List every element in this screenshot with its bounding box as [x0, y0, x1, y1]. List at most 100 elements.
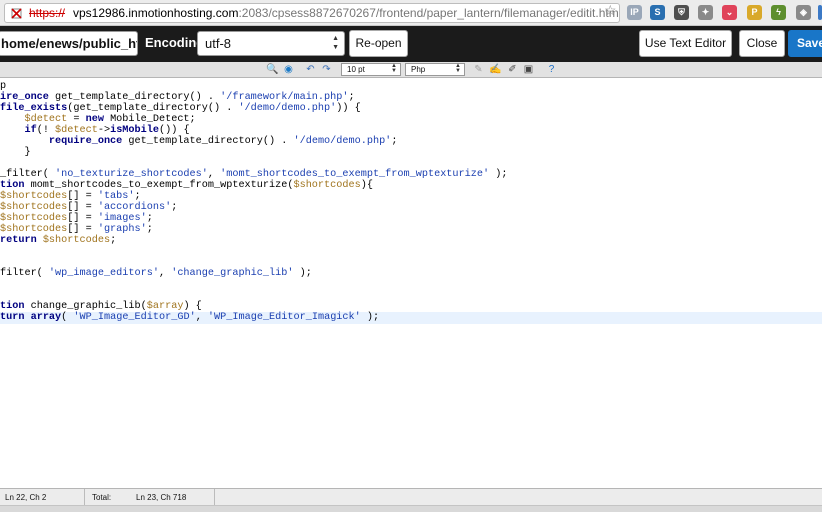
editor-icon-toolbar: 🔍 ◉ ↶ ↷ 10 pt ▲ ▼ Php ▲ ▼ ✎ ✍ ✐ ▣ ?: [0, 62, 822, 78]
redo-icon[interactable]: ↷: [320, 63, 333, 76]
code-token: [] =: [67, 224, 98, 235]
code-token: get_template_directory() .: [122, 136, 294, 147]
code-token: )) {: [336, 103, 361, 114]
code-token: ;: [110, 235, 117, 246]
bookmark-star-icon[interactable]: ☆: [604, 3, 617, 17]
code-token: );: [293, 268, 312, 279]
code-token: require_once: [48, 136, 123, 147]
code-line: $shortcodes[] = 'graphs';: [0, 224, 153, 235]
code-token: 'graphs': [97, 224, 147, 235]
code-token: Mobile_Detect;: [103, 114, 196, 125]
code-line: $shortcodes[] = 'images';: [0, 213, 153, 224]
use-text-editor-button[interactable]: Use Text Editor: [639, 30, 732, 57]
total-value: Ln 23, Ch 718: [136, 493, 187, 502]
code-line: $shortcodes[] = 'accordions';: [0, 202, 177, 213]
code-token: ;: [391, 136, 398, 147]
code-line: tion momt_shortcodes_to_exempt_from_wpte…: [0, 180, 373, 191]
code-token: change_graphic_lib(: [24, 301, 147, 312]
url-field[interactable]: https:// vps12986.inmotionhosting.com:20…: [4, 3, 620, 23]
url-path: :2083/cpsess8872670267/frontend/paper_la…: [238, 6, 619, 20]
code-token: ){: [360, 180, 373, 191]
code-token: ;: [146, 213, 153, 224]
code-line: filter( 'wp_image_editors', 'change_grap…: [0, 268, 312, 279]
code-token: p: [0, 81, 7, 92]
code-token: tion: [0, 301, 25, 312]
dropbox-icon[interactable]: ◈: [796, 5, 811, 20]
code-line: }: [0, 147, 30, 158]
code-token: $detect: [55, 125, 98, 136]
reopen-button[interactable]: Re-open: [349, 30, 408, 57]
code-line: $detect = new Mobile_Detect;: [0, 114, 196, 125]
code-line: $shortcodes[] = 'tabs';: [0, 191, 141, 202]
code-line: _filter( 'no_texturize_shortcodes', 'mom…: [0, 169, 507, 180]
code-token: ()) {: [159, 125, 190, 136]
code-token: isMobile: [110, 125, 159, 136]
code-token: 'accordions': [97, 202, 172, 213]
code-line: return $shortcodes;: [0, 235, 116, 246]
code-line: require_once get_template_directory() . …: [0, 136, 398, 147]
code-token: 'wp_image_editors': [48, 268, 159, 279]
encoding-select[interactable]: utf-8 ▲ ▼: [197, 31, 345, 56]
code-token: ,: [158, 268, 172, 279]
lpb-icon[interactable]: lP: [627, 5, 642, 20]
font-size-value: 10 pt: [347, 65, 365, 74]
encoding-value: utf-8: [205, 36, 232, 51]
code-token: '/framework/main.php': [220, 92, 349, 103]
help-icon[interactable]: ?: [545, 63, 558, 76]
shield-icon[interactable]: ⛨: [674, 5, 689, 20]
bolt-icon[interactable]: ϟ: [771, 5, 786, 20]
code-editor[interactable]: p ire_once get_template_directory() . '/f…: [0, 79, 822, 488]
code-token: $shortcodes: [0, 191, 68, 202]
pocket-icon[interactable]: ⌄: [722, 5, 737, 20]
code-token: ;: [348, 92, 355, 103]
fullscreen-icon[interactable]: ▣: [522, 63, 535, 76]
code-token: '/demo/demo.php': [238, 103, 337, 114]
code-line: file_exists(get_template_directory() . '…: [0, 103, 361, 114]
code-token: tion: [0, 180, 25, 191]
syntax-select[interactable]: Php ▲ ▼: [405, 63, 465, 76]
code-token: $shortcodes: [0, 213, 68, 224]
browser-address-bar: https:// vps12986.inmotionhosting.com:20…: [0, 0, 822, 26]
code-token: '/demo/demo.php': [293, 136, 392, 147]
code-token: $shortcodes: [42, 235, 111, 246]
editor-top-toolbar: home/enews/public_htm Encoding: utf-8 ▲ ▼…: [0, 26, 822, 62]
directory-field[interactable]: home/enews/public_htm: [0, 31, 138, 56]
select-arrows-icon: ▲ ▼: [391, 63, 397, 74]
code-token: [] =: [67, 191, 98, 202]
code-token: ) {: [183, 301, 202, 312]
puzzle-icon[interactable]: ✦: [698, 5, 713, 20]
goto-line-icon[interactable]: ◉: [282, 63, 295, 76]
editor-status-bar: Ln 22, Ch 2 Total: Ln 23, Ch 718: [0, 488, 822, 505]
code-token: ,: [207, 169, 221, 180]
highlight-icon[interactable]: ✎: [472, 63, 485, 76]
stylish-icon[interactable]: S: [650, 5, 665, 20]
code-token: 'WP_Image_Editor_Imagick': [207, 312, 361, 323]
reset-highlight-icon[interactable]: ✐: [506, 63, 519, 76]
ping-icon[interactable]: P: [747, 5, 762, 20]
code-token: 'images': [97, 213, 147, 224]
code-token: (: [61, 312, 74, 323]
font-size-select[interactable]: 10 pt ▲ ▼: [341, 63, 401, 76]
code-token: $array: [146, 301, 184, 312]
code-token: 'no_texturize_shortcodes': [55, 169, 208, 180]
code-token: 'momt_shortcodes_to_exempt_from_wptextur…: [220, 169, 490, 180]
code-line: if(! $detect->isMobile()) {: [0, 125, 190, 136]
undo-icon[interactable]: ↶: [304, 63, 317, 76]
code-token: if: [24, 125, 37, 136]
code-token: file_exists: [0, 103, 68, 114]
globe-icon[interactable]: [818, 5, 822, 20]
code-token: $shortcodes: [0, 202, 68, 213]
close-button[interactable]: Close: [739, 30, 785, 57]
code-token: $detect: [24, 114, 68, 125]
code-token: 'tabs': [97, 191, 135, 202]
code-token: ire_once: [0, 92, 56, 103]
toggle-highlight-icon[interactable]: ✍: [489, 63, 502, 76]
save-button[interactable]: Save: [788, 30, 822, 57]
code-token: );: [489, 169, 508, 180]
syntax-value: Php: [411, 65, 426, 74]
code-token: ;: [146, 224, 153, 235]
search-icon[interactable]: 🔍: [266, 63, 279, 76]
code-token: ->: [97, 125, 111, 136]
